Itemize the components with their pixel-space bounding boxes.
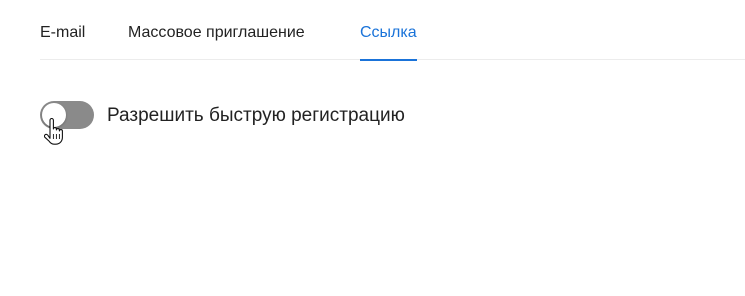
fast-registration-label: Разрешить быструю регистрацию: [107, 105, 405, 126]
tab-link[interactable]: Ссылка: [360, 0, 417, 61]
tab-link-label: Ссылка: [360, 24, 417, 41]
tab-email[interactable]: E-mail: [40, 0, 85, 60]
tab-bulk-invite[interactable]: Массовое приглашение: [128, 0, 305, 60]
tab-bar: E-mail Массовое приглашение Ссылка: [40, 0, 745, 61]
toggle-knob: [42, 103, 66, 127]
active-tab-indicator: [360, 59, 417, 61]
fast-registration-toggle[interactable]: [40, 101, 94, 129]
